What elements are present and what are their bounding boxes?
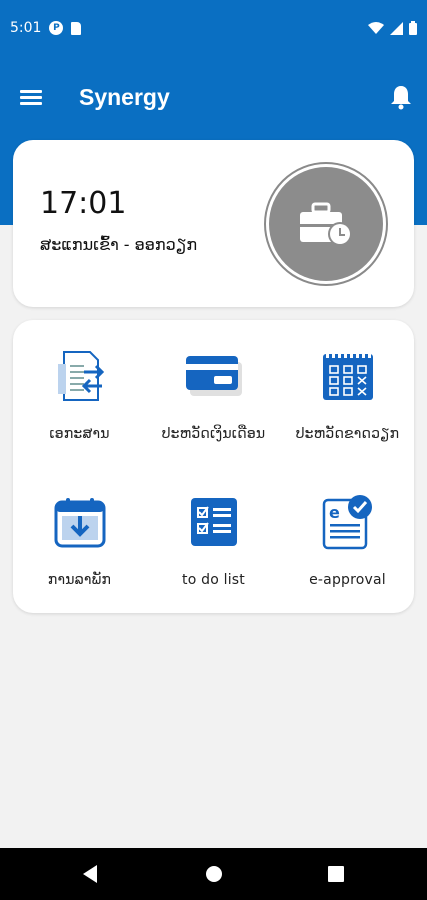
salary-card-icon — [185, 356, 242, 396]
home-icon[interactable] — [205, 864, 223, 884]
wifi-icon — [368, 21, 384, 34]
bell-icon[interactable] — [389, 84, 413, 110]
menu-label: ການລາພັກ — [47, 572, 112, 588]
status-time: 5:01 — [10, 20, 42, 36]
document-transfer-icon — [57, 351, 104, 401]
cell-signal-icon — [390, 21, 403, 35]
e-approval-icon: e — [322, 495, 372, 550]
app-title: Synergy — [79, 84, 170, 110]
checklist-icon — [190, 498, 237, 546]
current-time: 17:01 — [40, 186, 127, 221]
check-in-out-label: ສະແກນເຂົ້າ - ອອກວຽກ — [40, 235, 198, 254]
menu-label: ປະຫວັດຂາດວຽກ — [295, 426, 400, 442]
menu-item-salary-history[interactable]: ປະຫວັດເງິນເດືອນ — [147, 320, 280, 460]
status-bar: 5:01 P — [0, 0, 427, 56]
leave-calendar-icon — [54, 498, 105, 548]
recents-icon[interactable] — [327, 864, 345, 884]
menu-label: to do list — [182, 572, 245, 588]
menu-item-documents[interactable]: ເອກະສານ — [13, 320, 146, 460]
briefcase-clock-icon — [300, 202, 352, 246]
battery-icon — [409, 21, 417, 35]
sd-card-icon — [71, 21, 82, 35]
menu-grid: ເອກະສານ ປະຫວັດເງິນເດືອນ ປະຫວັດຂາດວຽກ ການ… — [13, 320, 414, 613]
notification-p-icon: P — [49, 21, 64, 35]
menu-item-leave[interactable]: ການລາພັກ — [13, 466, 146, 606]
menu-label: ປະຫວັດເງິນເດືອນ — [161, 426, 266, 442]
menu-item-todo-list[interactable]: to do list — [147, 466, 280, 606]
check-in-button[interactable] — [264, 162, 388, 286]
system-nav-bar — [0, 848, 427, 900]
menu-item-absence-history[interactable]: ປະຫວັດຂາດວຽກ — [281, 320, 414, 460]
check-in-card: 17:01 ສະແກນເຂົ້າ - ອອກວຽກ — [13, 140, 414, 307]
app-bar: Synergy — [0, 72, 427, 124]
menu-label: e-approval — [309, 572, 386, 588]
menu-label: ເອກະສານ — [49, 426, 110, 442]
back-icon[interactable] — [81, 864, 99, 884]
menu-item-e-approval[interactable]: e e-approval — [281, 466, 414, 606]
hamburger-menu-icon[interactable] — [20, 87, 42, 109]
svg-text:e: e — [329, 503, 340, 522]
absence-calendar-icon — [322, 352, 373, 400]
